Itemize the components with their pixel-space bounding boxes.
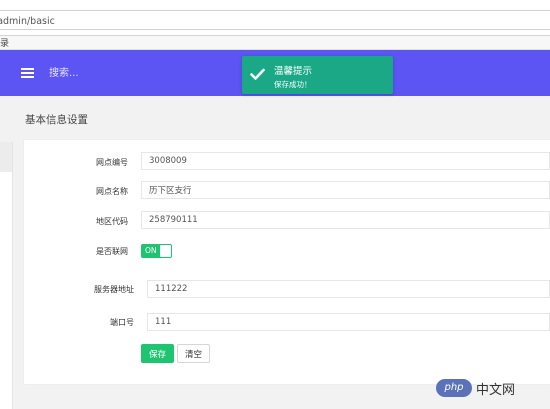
site-watermark: php 中文网 (436, 378, 546, 400)
check-icon (250, 68, 265, 80)
success-toast: 温馨提示 保存成功！ (242, 56, 393, 94)
toast-message: 保存成功！ (274, 80, 312, 89)
page-title: 基本信息设置 (25, 114, 88, 126)
sidebar (0, 142, 13, 409)
label-networked: 是否联网 (96, 247, 128, 256)
sidebar-item-selected[interactable] (0, 142, 12, 172)
watermark-logo: php (436, 379, 472, 397)
port-input[interactable] (147, 313, 550, 331)
label-branch-name: 网点名称 (96, 187, 128, 196)
server-address-input[interactable] (147, 280, 550, 298)
url-field[interactable]: /admin/basic (0, 10, 550, 30)
menu-strip-fragment[interactable]: 录 (0, 36, 9, 49)
clear-button[interactable]: 清空 (177, 344, 210, 363)
save-button[interactable]: 保存 (141, 344, 174, 363)
toggle-knob (160, 245, 171, 257)
watermark-site-name: 中文网 (476, 383, 516, 398)
hamburger-menu-icon[interactable] (21, 68, 34, 78)
branch-name-input[interactable] (141, 181, 550, 199)
browser-menu-strip: 录 (0, 36, 550, 50)
label-port: 端口号 (110, 318, 134, 327)
toggle-state-text: ON (145, 246, 157, 255)
label-branch-code: 网点编号 (96, 158, 128, 167)
settings-form-card (24, 140, 550, 384)
label-region-code: 地区代码 (96, 217, 128, 226)
label-server-address: 服务器地址 (94, 285, 134, 294)
browser-address-bar: /admin/basic (0, 0, 550, 36)
region-code-input[interactable] (141, 211, 550, 229)
toast-title: 温馨提示 (274, 66, 313, 77)
branch-code-input[interactable] (141, 152, 550, 170)
networked-toggle[interactable]: ON (141, 244, 172, 258)
url-text: /admin/basic (0, 16, 55, 27)
search-input[interactable] (46, 62, 172, 84)
